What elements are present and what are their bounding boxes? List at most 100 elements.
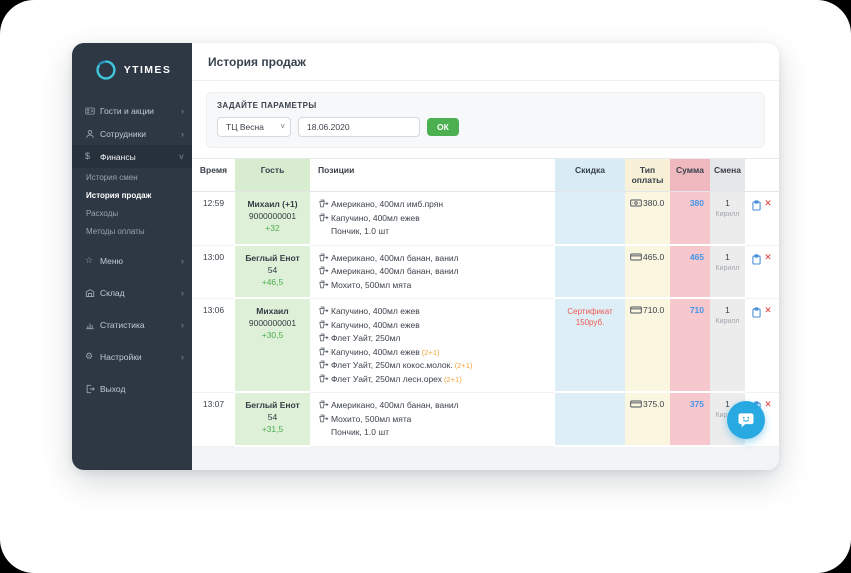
copy-receipt-icon[interactable] [752,198,761,245]
sale-positions: Американо, 400мл имб.прян Капучино, 400м… [310,192,555,246]
guest-id: 54 [267,412,278,422]
card-icon [630,400,643,410]
sale-guest-cell: Беглый Енот 54 +46,5 [235,245,310,299]
takeaway-cup-icon [318,266,331,279]
delete-sale-icon[interactable]: ✕ [764,198,772,245]
header-payment-type: Тип оплаты [625,159,670,191]
sidebar-item-statistics[interactable]: Статистика › [72,313,192,336]
chevron-icon: › [181,287,184,298]
takeaway-cup-icon [318,213,331,226]
sidebar-subitem-label: Расходы [86,208,119,218]
copy-receipt-icon[interactable] [752,305,761,392]
promo-badge: (2+1) [454,361,473,370]
sale-sum-link[interactable]: 375 [670,393,710,447]
sale-positions: Американо, 400мл банан, ванил Американо,… [310,246,555,299]
shift-user: Кирилл [715,318,740,325]
sidebar-subitem-payment-methods[interactable]: Методы оплаты [72,222,192,240]
sidebar-item-staff[interactable]: Сотрудники › [72,122,192,145]
copy-receipt-icon[interactable] [752,252,761,299]
position-item: Американо, 400мл банан, ванил [318,265,547,279]
sales-table-body: 12:59 Михаил (+1) 9000000001 +32 Америка… [192,192,779,447]
sidebar-item-label: Гости и акции [100,105,154,116]
guest-name: Беглый Енот [245,252,300,263]
ok-button[interactable]: ОК [427,118,459,136]
sale-payment: 465.0 [625,245,670,299]
header-sum: Сумма [670,159,710,191]
takeaway-cup-icon [318,360,331,373]
shift-user: Кирилл [715,264,740,272]
sidebar-item-logout[interactable]: Выход [72,377,192,400]
takeaway-cup-icon [318,199,331,212]
sale-time: 13:00 [192,246,235,299]
delete-sale-icon[interactable]: ✕ [764,399,772,446]
sidebar: YTIMES Гости и акции › Сотрудники › $ Фи… [72,43,192,470]
guest-name: Михаил (+1) [247,199,298,209]
sidebar-subitem-label: История смен [86,172,138,182]
delete-sale-icon[interactable]: ✕ [764,305,772,392]
gear-icon: ⚙ [85,351,94,361]
header-positions: Позиции [318,165,355,175]
payment-amount: 710.0 [643,305,665,315]
sidebar-item-label: Выход [100,383,126,394]
position-item: Мохито, 500мл мята [318,279,547,293]
brand-logo: YTIMES [72,43,192,99]
shift-number: 1 [725,198,730,208]
sidebar-item-warehouse[interactable]: Склад › [72,281,192,304]
chevron-icon: › [181,255,184,266]
id-card-icon [85,106,100,116]
filter-controls: ТЦ Весна ˅ ОК [217,117,754,137]
page-background: YTIMES Гости и акции › Сотрудники › $ Фи… [0,0,851,573]
takeaway-cup-icon [318,347,331,360]
content-footer-area [192,446,779,470]
promo-badge: (2+1) [421,347,440,357]
position-item: Американо, 400мл банан, ванил [318,252,547,266]
sidebar-item-finance[interactable]: $ Финансы ˅ [72,145,192,168]
sale-time: 13:06 [192,299,235,393]
sidebar-item-settings[interactable]: ⚙ Настройки › [72,345,192,368]
sidebar-nav: Гости и акции › Сотрудники › $ Финансы ˅… [72,99,192,400]
takeaway-cup-icon [318,374,331,387]
topbar: История продаж [192,43,779,81]
chevron-icon: › [181,351,184,362]
position-item: Капучино, 400мл ежев [318,212,547,226]
chat-bubble-icon [738,413,754,428]
chevron-icon: ˅ [178,151,184,162]
takeaway-cup-icon [318,306,331,319]
guest-name: Михаил [256,306,289,316]
guest-id: 9000000001 [248,211,297,221]
card-icon [630,253,643,263]
sale-guest-cell: Беглый Енот 54 +31,5 [235,393,310,447]
cash-icon [630,199,643,209]
sale-discount [555,393,625,447]
date-input[interactable] [298,117,420,137]
filter-panel: ЗАДАЙТЕ ПАРАМЕТРЫ ТЦ Весна ˅ ОК [206,92,765,148]
delete-sale-icon[interactable]: ✕ [764,252,772,299]
position-text: Американо, 400мл имб.прян [331,199,444,209]
stats-icon [85,320,100,330]
sidebar-subitem-expenses[interactable]: Расходы [72,204,192,222]
warehouse-icon [85,288,100,298]
guest-bonus: +30,5 [261,330,284,340]
page-title: История продаж [208,55,306,69]
position-text: Пончик, 1.0 шт [331,226,390,236]
dollar-icon: $ [85,151,91,161]
sale-sum-link[interactable]: 465 [670,245,710,299]
sidebar-subitem-shift-history[interactable]: История смен [72,168,192,186]
sale-actions: ✕ [745,192,779,246]
user-icon [85,129,100,139]
sidebar-subitem-sales-history[interactable]: История продаж [72,186,192,204]
sidebar-item-menu[interactable]: ☆ Меню › [72,249,192,272]
sidebar-item-label: Меню [100,255,123,266]
filter-section: ЗАДАЙТЕ ПАРАМЕТРЫ ТЦ Весна ˅ ОК [192,81,779,158]
sale-sum-link[interactable]: 380 [670,192,710,246]
promo-badge: (2+1) [443,374,462,384]
sale-sum-link[interactable]: 710 [670,299,710,393]
takeaway-cup-icon [318,280,331,293]
support-chat-button[interactable] [727,401,765,439]
guest-bonus: +46,5 [261,276,284,287]
shift-user: Кирилл [715,211,740,218]
takeaway-cup-icon [318,400,331,413]
location-select[interactable]: ТЦ Весна ˅ [217,117,291,137]
position-text: Американо, 400мл банан, ванил [331,400,459,410]
sidebar-item-guests[interactable]: Гости и акции › [72,99,192,122]
